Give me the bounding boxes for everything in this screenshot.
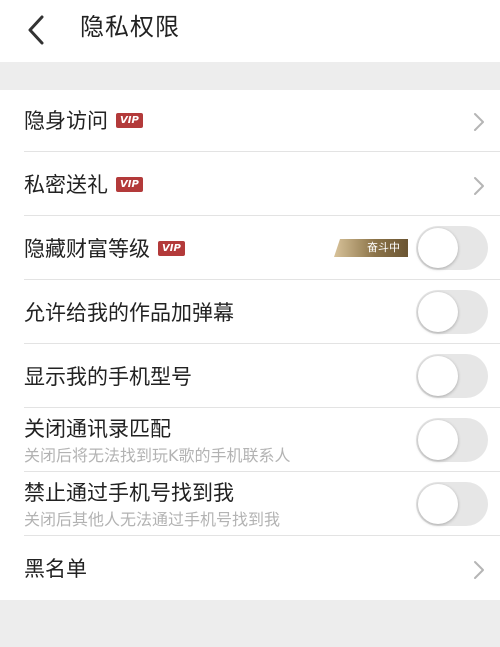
page-title: 隐私权限 (80, 13, 180, 41)
toggle-knob (418, 356, 458, 396)
list-item-block-phone-search: 禁止通过手机号找到我 关闭后其他人无法通过手机号找到我 (0, 472, 500, 536)
toggle-knob (418, 484, 458, 524)
list-item-label: 禁止通过手机号找到我 (24, 481, 234, 505)
block-phone-search-toggle[interactable] (416, 482, 488, 526)
list-item-private-gift[interactable]: 私密送礼 VIP (0, 152, 500, 216)
list-item-sublabel: 关闭后其他人无法通过手机号找到我 (24, 510, 281, 529)
list-item-label: 允许给我的作品加弹幕 (24, 301, 234, 325)
list-item-label: 私密送礼 (24, 173, 108, 197)
disable-contacts-match-toggle[interactable] (416, 418, 488, 462)
toggle-knob (418, 420, 458, 460)
hide-wealth-level-toggle[interactable] (416, 226, 488, 270)
list-item-show-phone-model: 显示我的手机型号 (0, 344, 500, 408)
privacy-settings-list: 隐身访问 VIP 私密送礼 VIP 隐藏财富等级 VIP 奋斗中 允许给我的作品加弹幕 (0, 90, 500, 600)
list-item-allow-danmaku: 允许给我的作品加弹幕 (0, 280, 500, 344)
chevron-right-icon (474, 113, 484, 131)
vip-badge: VIP (158, 240, 185, 256)
wealth-level-tag: 奋斗中 (334, 239, 408, 257)
list-item-label: 黑名单 (24, 557, 87, 581)
list-item-blacklist[interactable]: 黑名单 (0, 536, 500, 600)
toggle-knob (418, 292, 458, 332)
header-bar: 隐私权限 (0, 0, 500, 62)
allow-danmaku-toggle[interactable] (416, 290, 488, 334)
list-item-label: 关闭通讯录匹配 (24, 417, 171, 441)
list-item-label: 隐身访问 (24, 109, 108, 133)
chevron-left-icon (28, 15, 44, 45)
list-item-hide-wealth-level: 隐藏财富等级 VIP 奋斗中 (0, 216, 500, 280)
list-item-sublabel: 关闭后将无法找到玩K歌的手机联系人 (24, 446, 291, 465)
show-phone-model-toggle[interactable] (416, 354, 488, 398)
vip-badge: VIP (116, 176, 143, 192)
chevron-right-icon (474, 561, 484, 579)
back-button[interactable] (14, 10, 58, 50)
list-item-label: 隐藏财富等级 (24, 237, 150, 261)
list-item-label: 显示我的手机型号 (24, 365, 192, 389)
vip-badge: VIP (116, 112, 143, 128)
list-item-invisible-visit[interactable]: 隐身访问 VIP (0, 90, 500, 152)
list-item-disable-contacts-match: 关闭通讯录匹配 关闭后将无法找到玩K歌的手机联系人 (0, 408, 500, 472)
toggle-knob (418, 228, 458, 268)
chevron-right-icon (474, 177, 484, 195)
